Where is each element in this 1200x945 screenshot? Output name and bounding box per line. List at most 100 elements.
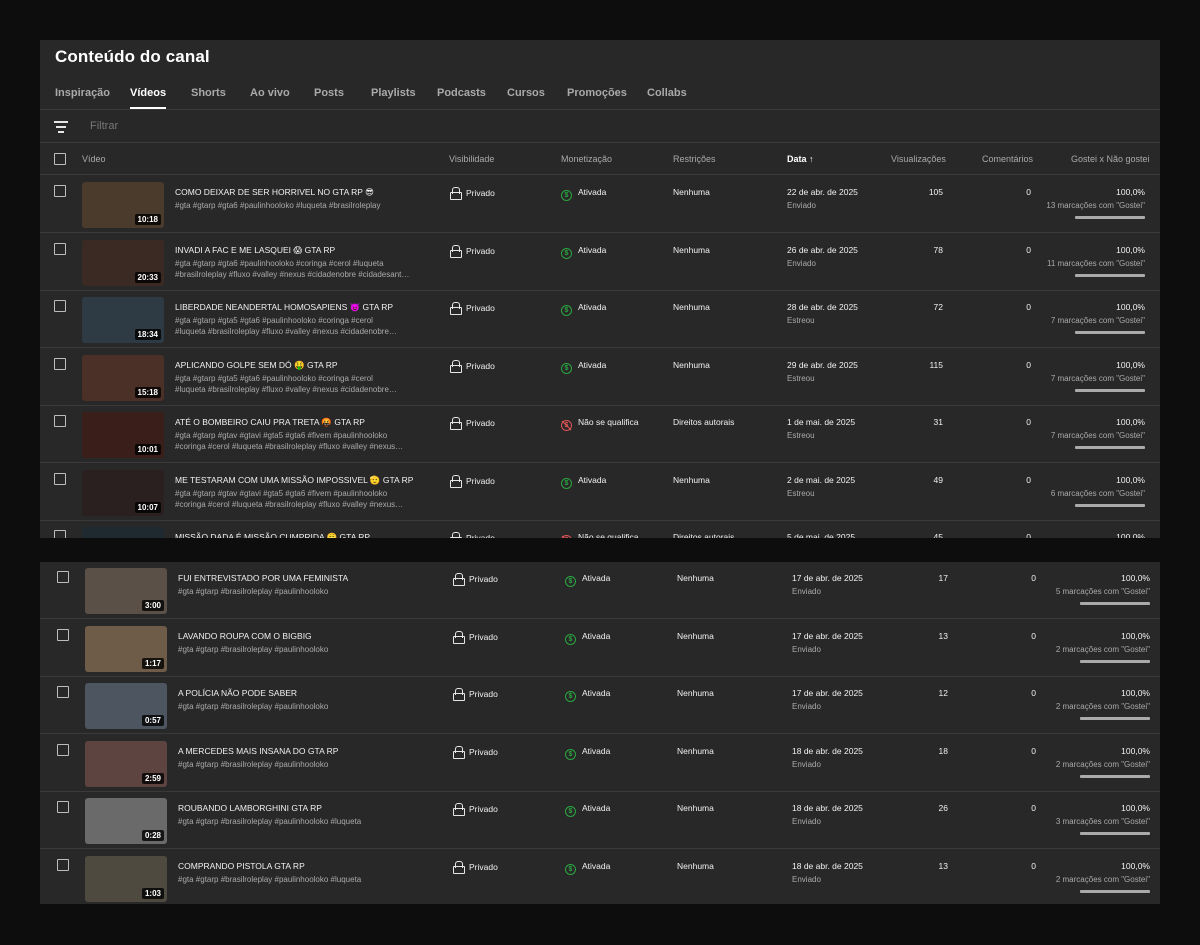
video-title[interactable]: FUI ENTREVISTADO POR UMA FEMINISTA [178,573,348,583]
monetization-cell[interactable]: $ Ativada [565,631,610,645]
tab-posts[interactable]: Posts [314,87,344,99]
row-checkbox[interactable] [54,415,66,427]
video-title[interactable]: MISSÃO DADA É MISSÃO CUMPRIDA 😤 GTA RP [175,532,370,538]
row-checkbox[interactable] [54,300,66,312]
video-thumbnail[interactable]: 18:34 [82,297,164,343]
video-thumbnail[interactable]: 20:33 [82,239,164,286]
monetization-cell[interactable]: $ Não se qualifica [561,532,638,538]
tab-shorts[interactable]: Shorts [191,87,226,99]
restrictions-cell[interactable]: Nenhuma [673,245,710,255]
video-thumbnail[interactable]: 10:18 [82,182,164,228]
visibility-cell[interactable]: Privado [453,573,498,586]
monetization-cell[interactable]: $ Ativada [565,573,610,587]
row-checkbox[interactable] [57,801,69,813]
description-line: #gta #gtarp #brasilroleplay #paulinhoolo… [178,702,329,711]
row-checkbox[interactable] [57,858,69,871]
monetization-cell[interactable]: $ Não se qualifica [561,417,638,431]
video-thumbnail[interactable]: 2:59 [85,740,167,787]
col-likes[interactable]: Gostei x Não gostei [1071,154,1150,164]
video-thumbnail[interactable]: 15:18 [82,354,164,401]
monetization-cell[interactable]: $ Ativada [565,688,610,702]
monetization-cell[interactable]: $ Ativada [565,861,610,875]
video-title[interactable]: ATÉ O BOMBEIRO CAIU PRA TRETA 🤬 GTA RP [175,417,365,428]
row-checkbox[interactable] [54,242,66,255]
video-title[interactable]: APLICANDO GOLPE SEM DÓ 🤑 GTA RP [175,360,338,371]
monetization-cell[interactable]: $ Ativada [561,245,606,259]
video-title[interactable]: ROUBANDO LAMBORGHINI GTA RP [178,803,322,813]
row-checkbox[interactable] [54,357,66,370]
tab-cursos[interactable]: Cursos [507,87,545,99]
video-title[interactable]: LIBERDADE NEANDERTAL HOMOSAPIENS 👿 GTA R… [175,302,393,313]
visibility-cell[interactable]: Privado [450,187,495,200]
video-thumbnail[interactable]: 0:57 [85,683,167,729]
video-title[interactable]: COMPRANDO PISTOLA GTA RP [178,861,305,871]
restrictions-cell[interactable]: Direitos autorais [673,417,734,427]
col-date[interactable]: Data ↑ [787,154,814,164]
video-title[interactable]: ME TESTARAM COM UMA MISSÃO IMPOSSIVEL 🫡 … [175,475,413,486]
restrictions-cell[interactable]: Nenhuma [673,302,710,312]
visibility-cell[interactable]: Privado [453,630,498,644]
tab-collabs[interactable]: Collabs [647,87,687,99]
visibility-cell[interactable]: Privado [450,417,495,430]
video-thumbnail[interactable]: 1:03 [85,855,167,902]
col-restrictions[interactable]: Restrições [673,154,716,164]
row-checkbox[interactable] [54,185,66,197]
restrictions-cell[interactable]: Nenhuma [673,187,710,197]
monetization-cell[interactable]: $ Ativada [565,746,610,760]
tab-podcasts[interactable]: Podcasts [437,87,486,99]
filter-input[interactable]: Filtrar [90,120,118,132]
restrictions-cell[interactable]: Nenhuma [673,475,710,485]
col-comments[interactable]: Comentários [982,154,1033,164]
row-checkbox[interactable] [54,472,66,485]
video-title[interactable]: A MERCEDES MAIS INSANA DO GTA RP [178,746,338,756]
row-checkbox[interactable] [57,686,69,698]
visibility-cell[interactable]: Privado [453,688,498,701]
visibility-cell[interactable]: Privado [450,359,495,373]
monetization-cell[interactable]: $ Ativada [561,475,606,489]
visibility-cell[interactable]: Privado [450,474,495,488]
restrictions-cell[interactable]: Nenhuma [677,746,714,756]
row-checkbox[interactable] [57,743,69,756]
visibility-cell[interactable]: Privado [450,302,495,315]
tab-inspiracao[interactable]: Inspiração [55,87,110,99]
video-thumbnail[interactable]: 10:01 [82,412,164,458]
monetization-cell[interactable]: $ Ativada [561,302,606,316]
visibility-cell[interactable]: Privado [453,803,498,816]
row-checkbox[interactable] [54,530,66,538]
select-all-checkbox[interactable] [54,153,66,165]
row-checkbox[interactable] [57,571,69,583]
visibility-cell[interactable]: Privado [453,860,498,874]
tab-ao-vivo[interactable]: Ao vivo [250,87,290,99]
visibility-cell[interactable]: Privado [450,244,495,258]
monetization-cell[interactable]: $ Ativada [565,803,610,817]
tab-playlists[interactable]: Playlists [371,87,416,99]
row-checkbox[interactable] [57,628,69,641]
video-thumbnail[interactable]: 3:00 [85,568,167,614]
restrictions-cell[interactable]: Nenhuma [677,573,714,583]
tab-promocoes[interactable]: Promoções [567,87,627,99]
restrictions-cell[interactable]: Nenhuma [673,360,710,370]
monetization-cell[interactable]: $ Ativada [561,360,606,374]
restrictions-cell[interactable]: Nenhuma [677,631,714,641]
video-thumbnail[interactable]: 0:28 [85,798,167,844]
tab-videos[interactable]: Vídeos [130,87,167,109]
video-thumbnail[interactable]: 10:07 [82,469,164,516]
video-thumbnail[interactable]: 1:17 [85,625,167,672]
restrictions-cell[interactable]: Nenhuma [677,803,714,813]
video-title[interactable]: COMO DEIXAR DE SER HORRIVEL NO GTA RP 😎 [175,187,374,198]
video-title[interactable]: A POLÍCIA NÃO PODE SABER [178,688,297,698]
video-thumbnail[interactable] [82,527,164,538]
col-views[interactable]: Visualizações [891,154,946,164]
visibility-cell[interactable]: Privado [450,532,495,538]
restrictions-cell[interactable]: Nenhuma [677,861,714,871]
col-visibility[interactable]: Visibilidade [449,154,494,164]
restrictions-cell[interactable]: Direitos autorais [673,532,734,538]
video-title[interactable]: INVADI A FAC E ME LASQUEI 😱 GTA RP [175,245,335,256]
visibility-label: Privado [469,574,498,584]
restrictions-cell[interactable]: Nenhuma [677,688,714,698]
visibility-cell[interactable]: Privado [453,745,498,759]
monetization-cell[interactable]: $ Ativada [561,187,606,201]
col-monetization[interactable]: Monetização [561,154,612,164]
filter-icon[interactable] [54,121,68,133]
video-title[interactable]: LAVANDO ROUPA COM O BIGBIG [178,631,312,641]
